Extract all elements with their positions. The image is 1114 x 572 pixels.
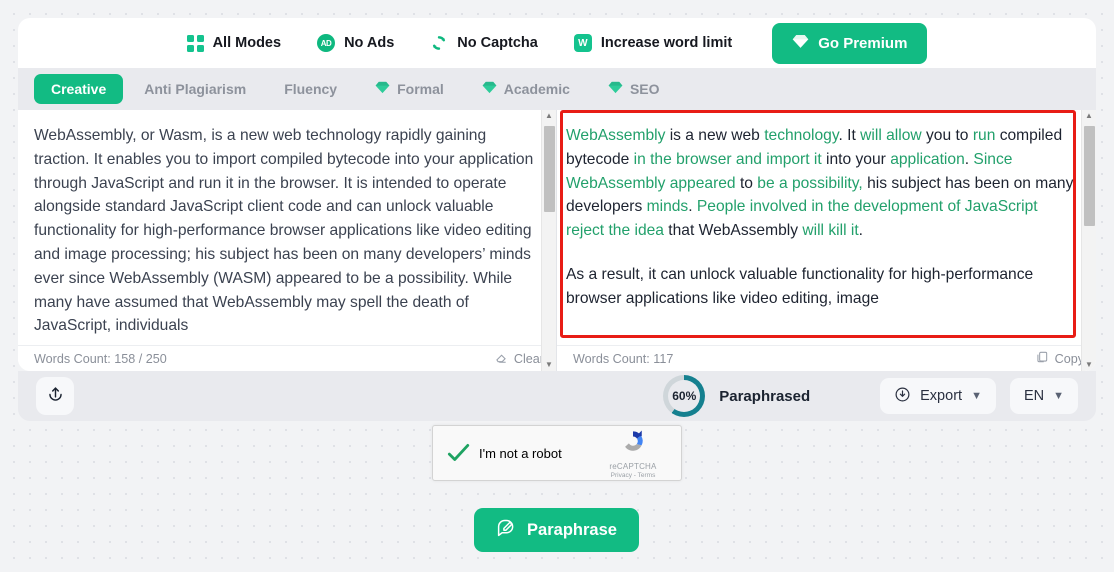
highlighted-segment: will allow xyxy=(860,127,922,144)
feature-bar: All Modes AD No Ads No Captcha W Increas… xyxy=(18,18,1096,68)
recaptcha-label: I'm not a robot xyxy=(479,445,562,461)
progress-label: Paraphrased xyxy=(719,387,811,405)
tab-fluency[interactable]: Fluency xyxy=(267,74,354,104)
grid-icon xyxy=(186,34,204,52)
plain-segment: you to xyxy=(921,127,973,144)
mode-tabs: Creative Anti Plagiarism Fluency Formal … xyxy=(18,68,1096,110)
control-bar-right: 60% Paraphrased Export ▼ EN ▼ xyxy=(663,375,1078,417)
recaptcha-logo-icon xyxy=(619,430,647,459)
result-word-count: Words Count: 117 xyxy=(573,351,674,366)
feature-no-captcha[interactable]: No Captcha xyxy=(430,34,538,52)
tab-anti-plagiarism-label: Anti Plagiarism xyxy=(144,81,247,97)
tab-formal-label: Formal xyxy=(397,81,444,97)
highlighted-segment: application xyxy=(890,150,965,168)
copy-label: Copy xyxy=(1054,351,1084,366)
result-pane: WebAssembly is a new web technology. It … xyxy=(557,110,1096,371)
progress-value: 60% xyxy=(672,389,697,403)
highlighted-segment: will kill it xyxy=(802,222,859,240)
plain-segment: to xyxy=(735,174,758,192)
control-bar: 60% Paraphrased Export ▼ EN ▼ xyxy=(18,371,1096,421)
result-footer: Words Count: 117 Copy xyxy=(557,345,1096,371)
go-premium-button[interactable]: Go Premium xyxy=(772,22,928,64)
feature-no-ads-label: No Ads xyxy=(344,35,395,51)
upload-button[interactable] xyxy=(36,377,74,415)
tab-creative[interactable]: Creative xyxy=(34,74,124,104)
no-ads-icon: AD xyxy=(317,34,336,52)
language-value: EN xyxy=(1023,388,1045,404)
paraphrase-label: Paraphrase xyxy=(527,520,617,539)
highlighted-segment: in the browser and import it xyxy=(633,150,822,168)
tab-academic[interactable]: Academic xyxy=(465,73,587,105)
diamond-icon xyxy=(482,80,497,98)
clear-button[interactable]: Clear xyxy=(494,350,544,367)
plain-segment: . xyxy=(688,198,697,216)
chevron-down-icon: ▼ xyxy=(1053,390,1064,402)
plain-segment: . It xyxy=(838,127,861,144)
plain-segment: is a new web xyxy=(665,127,765,144)
scroll-up-icon[interactable]: ▲ xyxy=(545,112,553,120)
feature-word-limit[interactable]: W Increase word limit xyxy=(573,34,733,52)
source-footer: Words Count: 158 / 250 Clear xyxy=(18,345,556,371)
source-scrollbar[interactable]: ▲ ▼ xyxy=(541,110,556,371)
recaptcha-widget[interactable]: I'm not a robot reCAPTCHA Privacy - Term… xyxy=(432,425,682,481)
checkmark-icon[interactable] xyxy=(445,440,471,466)
source-word-count: Words Count: 158 / 250 xyxy=(34,351,167,366)
tab-seo[interactable]: SEO xyxy=(591,73,677,105)
tab-creative-label: Creative xyxy=(51,81,107,97)
paraphrase-button[interactable]: Paraphrase xyxy=(474,508,639,552)
source-pane: WebAssembly, or Wasm, is a new web techn… xyxy=(18,110,557,371)
clear-label: Clear xyxy=(513,351,544,366)
highlighted-segment: run xyxy=(972,127,996,144)
result-paragraph-2: As a result, it can unlock valuable func… xyxy=(566,265,1034,307)
recaptcha-name: reCAPTCHA xyxy=(609,462,657,471)
highlighted-segment: be a possibility, xyxy=(757,174,863,192)
diamond-icon xyxy=(375,80,390,98)
plain-segment: . xyxy=(858,222,864,240)
highlighted-segment: minds xyxy=(646,198,689,216)
download-icon xyxy=(894,386,911,407)
source-textarea[interactable]: WebAssembly, or Wasm, is a new web techn… xyxy=(18,110,556,345)
result-textarea[interactable]: WebAssembly is a new web technology. It … xyxy=(557,110,1096,345)
plain-segment: into your xyxy=(821,150,891,168)
tab-seo-label: SEO xyxy=(629,81,660,97)
feature-no-captcha-label: No Captcha xyxy=(457,35,538,51)
tab-formal[interactable]: Formal xyxy=(358,73,461,105)
recaptcha-brand: reCAPTCHA Privacy - Terms xyxy=(597,427,669,479)
tab-anti-plagiarism[interactable]: Anti Plagiarism xyxy=(127,74,263,104)
plain-segment: that WebAssembly xyxy=(663,222,803,240)
progress-ring: 60% xyxy=(663,375,706,417)
editor-panes: WebAssembly, or Wasm, is a new web techn… xyxy=(18,110,1096,371)
feature-all-modes[interactable]: All Modes xyxy=(186,34,282,52)
scroll-down-icon[interactable]: ▼ xyxy=(545,361,553,369)
upload-icon xyxy=(46,385,65,407)
feature-no-ads[interactable]: AD No Ads xyxy=(317,34,394,52)
feature-all-modes-label: All Modes xyxy=(212,35,282,51)
go-premium-label: Go Premium xyxy=(818,34,908,52)
copy-button[interactable]: Copy xyxy=(1035,350,1084,367)
tab-academic-label: Academic xyxy=(503,81,570,97)
quill-icon xyxy=(496,517,517,543)
tab-fluency-label: Fluency xyxy=(284,81,338,97)
no-captcha-icon xyxy=(430,34,448,52)
export-label: Export xyxy=(920,388,963,404)
scroll-thumb[interactable] xyxy=(1084,126,1095,226)
scroll-down-icon[interactable]: ▼ xyxy=(1085,361,1093,369)
highlighted-segment: technology xyxy=(764,127,839,144)
diamond-icon xyxy=(792,33,809,54)
feature-word-limit-label: Increase word limit xyxy=(600,35,733,51)
eraser-icon xyxy=(494,350,508,367)
result-paragraph-1: WebAssembly is a new web technology. It … xyxy=(566,124,1080,243)
word-limit-icon: W xyxy=(573,34,592,52)
diamond-icon xyxy=(608,80,623,98)
paraphraser-card: All Modes AD No Ads No Captcha W Increas… xyxy=(18,18,1096,371)
scroll-up-icon[interactable]: ▲ xyxy=(1085,112,1093,120)
copy-icon xyxy=(1035,350,1049,367)
result-scrollbar[interactable]: ▲ ▼ xyxy=(1081,110,1096,371)
recaptcha-terms[interactable]: Privacy - Terms xyxy=(597,472,669,479)
language-selector[interactable]: EN ▼ xyxy=(1009,378,1078,414)
highlighted-segment: WebAssembly xyxy=(566,127,666,144)
export-button[interactable]: Export ▼ xyxy=(880,378,996,414)
scroll-thumb[interactable] xyxy=(544,126,555,212)
chevron-down-icon: ▼ xyxy=(971,390,982,402)
